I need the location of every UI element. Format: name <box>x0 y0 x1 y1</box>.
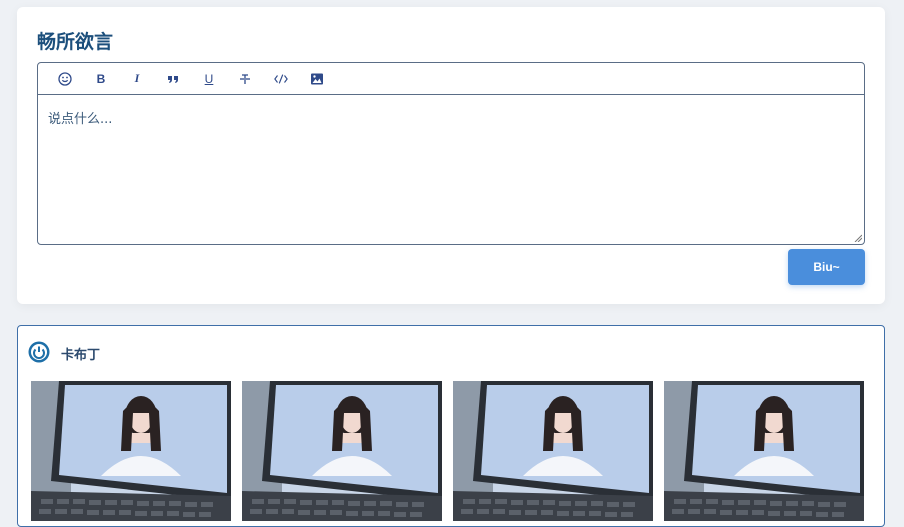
laptop-photo <box>664 381 864 521</box>
editor-card: 畅所欲言 B I U 说点什么... Biu~ <box>17 7 885 304</box>
italic-button[interactable]: I <box>119 63 155 95</box>
image-icon <box>311 73 323 84</box>
emoji-button[interactable] <box>47 63 83 95</box>
underline-button[interactable]: U <box>191 63 227 95</box>
post-card: 卡布丁 <box>17 325 885 527</box>
quote-icon <box>168 75 178 83</box>
strikethrough-icon <box>240 73 250 84</box>
post-image[interactable] <box>242 381 442 521</box>
strikethrough-button[interactable] <box>227 63 263 95</box>
underline-icon: U <box>204 71 214 86</box>
comment-textarea[interactable]: 说点什么... <box>38 96 864 244</box>
laptop-photo <box>453 381 653 521</box>
editor-title: 畅所欲言 <box>37 31 114 53</box>
post-image[interactable] <box>31 381 231 521</box>
bold-button[interactable]: B <box>83 63 119 95</box>
laptop-photo <box>242 381 442 521</box>
submit-button[interactable]: Biu~ <box>788 249 865 285</box>
avatar[interactable] <box>28 341 50 363</box>
quote-button[interactable] <box>155 63 191 95</box>
bold-icon: B <box>96 71 106 86</box>
resize-handle-icon[interactable] <box>854 234 862 242</box>
post-images <box>31 381 864 521</box>
code-icon <box>274 73 288 84</box>
laptop-photo <box>31 381 231 521</box>
image-button[interactable] <box>299 63 335 95</box>
textarea-placeholder: 说点什么... <box>48 112 113 127</box>
emoji-icon <box>58 71 72 86</box>
italic-icon: I <box>134 71 140 85</box>
editor-toolbar: B I U <box>38 63 864 95</box>
post-image[interactable] <box>664 381 864 521</box>
code-button[interactable] <box>263 63 299 95</box>
post-image[interactable] <box>453 381 653 521</box>
editor-box: B I U 说点什么... <box>37 62 865 245</box>
post-author[interactable]: 卡布丁 <box>61 344 100 363</box>
